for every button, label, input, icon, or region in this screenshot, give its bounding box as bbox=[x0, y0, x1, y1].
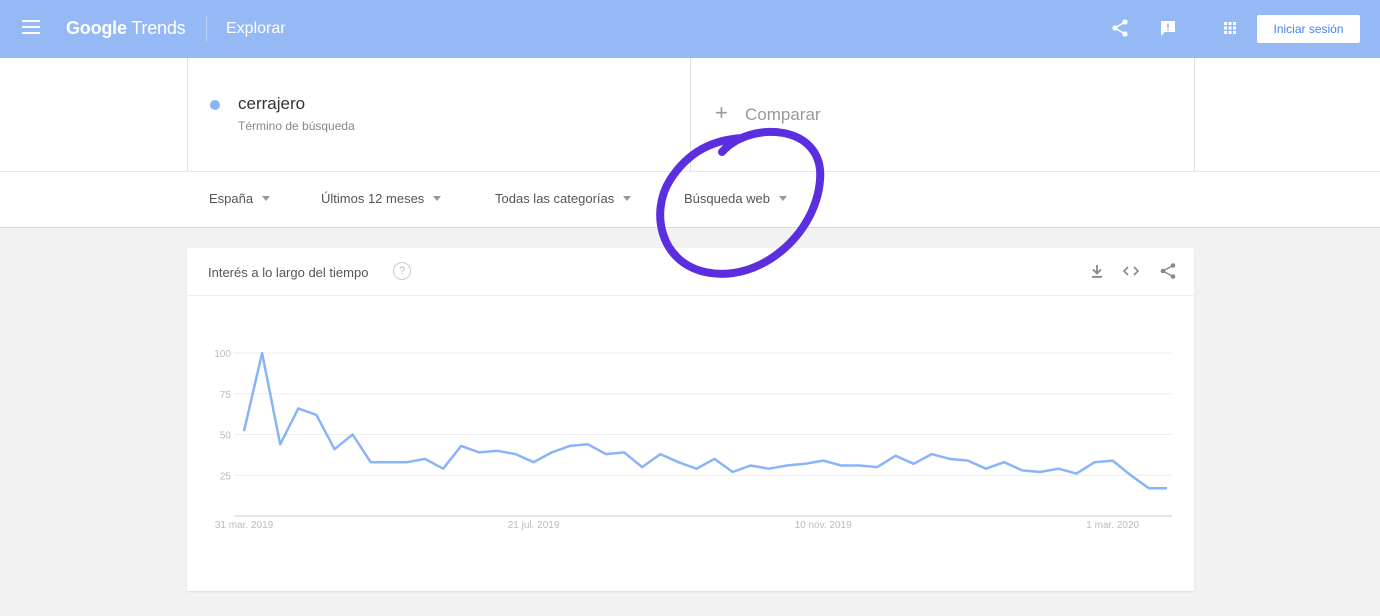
share-icon[interactable] bbox=[1110, 18, 1130, 38]
data-point bbox=[840, 464, 842, 466]
data-point bbox=[695, 468, 697, 470]
data-point bbox=[1093, 461, 1095, 463]
card-title: Interés a lo largo del tiempo bbox=[208, 265, 369, 280]
share-icon[interactable] bbox=[1159, 262, 1177, 280]
sign-in-button[interactable]: Iniciar sesión bbox=[1257, 15, 1360, 43]
data-point bbox=[605, 453, 607, 455]
data-point bbox=[949, 458, 951, 460]
search-term-type: Término de búsqueda bbox=[238, 119, 355, 133]
data-point bbox=[1075, 472, 1077, 474]
search-terms-row: cerrajero Término de búsqueda + Comparar bbox=[0, 58, 1380, 171]
time-filter-dropdown[interactable]: Últimos 12 meses bbox=[321, 191, 442, 206]
data-point bbox=[967, 459, 969, 461]
dropdown-arrow-icon bbox=[779, 196, 788, 201]
search-type-filter-dropdown[interactable]: Búsqueda web bbox=[684, 191, 788, 206]
data-point bbox=[496, 450, 498, 452]
card-header: Interés a lo largo del tiempo ? bbox=[187, 248, 1194, 296]
compare-button[interactable]: + Comparar bbox=[690, 58, 1195, 171]
data-point bbox=[550, 451, 552, 453]
data-point bbox=[442, 468, 444, 470]
dropdown-arrow-icon bbox=[623, 196, 632, 201]
help-icon[interactable]: ? bbox=[393, 262, 411, 280]
data-point bbox=[786, 464, 788, 466]
data-point bbox=[514, 453, 516, 455]
data-point bbox=[532, 461, 534, 463]
data-point bbox=[478, 451, 480, 453]
x-tick-label: 10 nov. 2019 bbox=[795, 520, 853, 531]
time-filter-label: Últimos 12 meses bbox=[321, 191, 425, 206]
data-point bbox=[876, 466, 878, 468]
search-term-name[interactable]: cerrajero bbox=[238, 94, 305, 114]
data-point bbox=[731, 471, 733, 473]
y-tick-label: 100 bbox=[214, 349, 231, 360]
data-point bbox=[406, 461, 408, 463]
interest-over-time-card: Interés a lo largo del tiempo ? 25 50 75 10… bbox=[187, 248, 1194, 591]
data-point bbox=[1039, 471, 1041, 473]
dropdown-arrow-icon bbox=[433, 196, 442, 201]
data-point bbox=[279, 443, 281, 445]
data-point bbox=[388, 461, 390, 463]
feedback-icon[interactable] bbox=[1158, 18, 1178, 38]
data-point bbox=[713, 458, 715, 460]
page-title: Explorar bbox=[226, 20, 286, 37]
topbar-divider bbox=[206, 16, 207, 42]
data-point bbox=[297, 407, 299, 409]
compare-label: Comparar bbox=[745, 105, 821, 124]
menu-icon[interactable] bbox=[22, 20, 40, 34]
data-point bbox=[369, 461, 371, 463]
data-point bbox=[931, 453, 933, 455]
data-point bbox=[315, 414, 317, 416]
search-term-card[interactable]: cerrajero Término de búsqueda bbox=[187, 58, 690, 171]
search-type-filter-label: Búsqueda web bbox=[684, 191, 771, 206]
data-point bbox=[1130, 474, 1132, 476]
data-point bbox=[677, 461, 679, 463]
data-point bbox=[1021, 469, 1023, 471]
data-point bbox=[243, 430, 245, 432]
data-point bbox=[894, 454, 896, 456]
data-point bbox=[804, 463, 806, 465]
download-icon[interactable] bbox=[1088, 262, 1106, 280]
data-point bbox=[424, 458, 426, 460]
data-point bbox=[750, 464, 752, 466]
data-point bbox=[1112, 459, 1114, 461]
y-tick-label: 50 bbox=[220, 431, 232, 442]
data-point bbox=[1166, 487, 1168, 489]
x-tick-label: 21 jul. 2019 bbox=[508, 520, 560, 531]
filter-bar: España Últimos 12 meses Todas las catego… bbox=[0, 171, 1380, 228]
series-line-cerrajero bbox=[242, 351, 1167, 490]
data-point bbox=[587, 443, 589, 445]
data-point bbox=[1003, 461, 1005, 463]
term-color-dot bbox=[210, 100, 220, 110]
data-point bbox=[351, 433, 353, 435]
data-point bbox=[261, 352, 263, 354]
data-point bbox=[985, 468, 987, 470]
top-app-bar: Google Trends Explorar Iniciar sesión bbox=[0, 0, 1380, 58]
data-point bbox=[768, 468, 770, 470]
y-tick-label: 75 bbox=[220, 390, 232, 401]
data-point bbox=[912, 463, 914, 465]
dropdown-arrow-icon bbox=[262, 196, 271, 201]
data-point bbox=[460, 445, 462, 447]
x-tick-label: 1 mar. 2020 bbox=[1086, 520, 1139, 531]
data-point bbox=[569, 445, 571, 447]
x-tick-label: 31 mar. 2019 bbox=[215, 520, 274, 531]
interest-line-chart: 25 50 75 100 31 mar. 2019 21 jul. 2019 10 nov.… bbox=[214, 349, 1172, 531]
data-point bbox=[333, 448, 335, 450]
geo-filter-label: España bbox=[209, 191, 254, 206]
data-point bbox=[641, 466, 643, 468]
data-point bbox=[659, 453, 661, 455]
google-trends-logo[interactable]: Google Trends bbox=[66, 18, 186, 39]
category-filter-dropdown[interactable]: Todas las categorías bbox=[495, 191, 632, 206]
embed-icon[interactable] bbox=[1122, 262, 1140, 280]
y-tick-label: 25 bbox=[220, 471, 232, 482]
data-point bbox=[822, 459, 824, 461]
category-filter-label: Todas las categorías bbox=[495, 191, 615, 206]
plus-icon: + bbox=[715, 100, 728, 125]
geo-filter-dropdown[interactable]: España bbox=[209, 191, 271, 206]
data-point bbox=[1148, 487, 1150, 489]
data-point bbox=[623, 451, 625, 453]
data-point bbox=[858, 464, 860, 466]
data-point bbox=[1057, 468, 1059, 470]
apps-icon[interactable] bbox=[1220, 18, 1240, 38]
